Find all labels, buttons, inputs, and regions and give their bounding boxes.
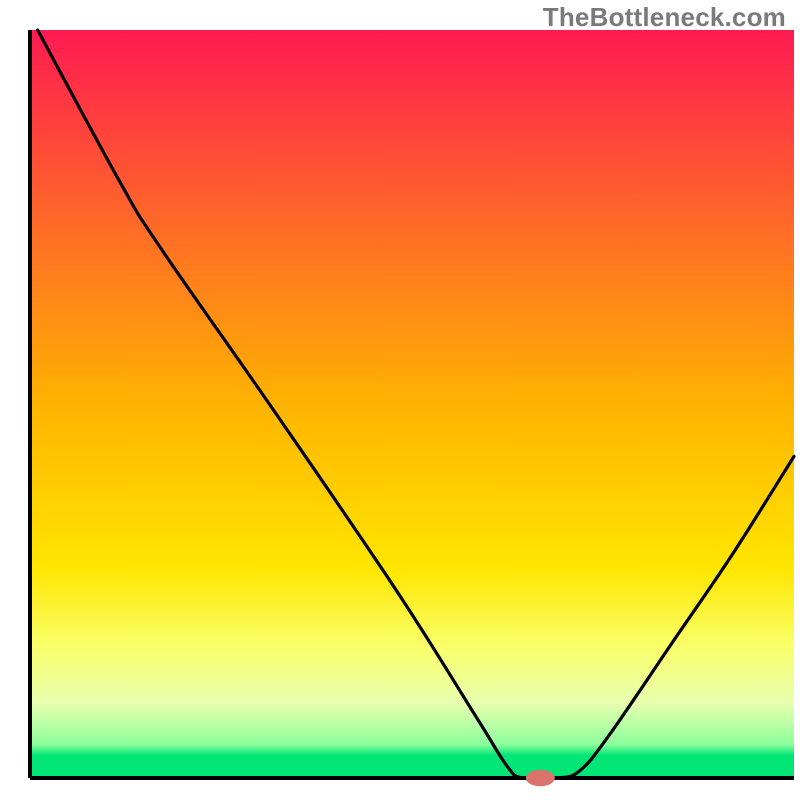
bottleneck-chart: [0, 0, 800, 800]
optimal-point-marker: [526, 770, 555, 786]
plot-background: [30, 30, 794, 778]
watermark-text: TheBottleneck.com: [543, 2, 786, 33]
chart-container: TheBottleneck.com: [0, 0, 800, 800]
